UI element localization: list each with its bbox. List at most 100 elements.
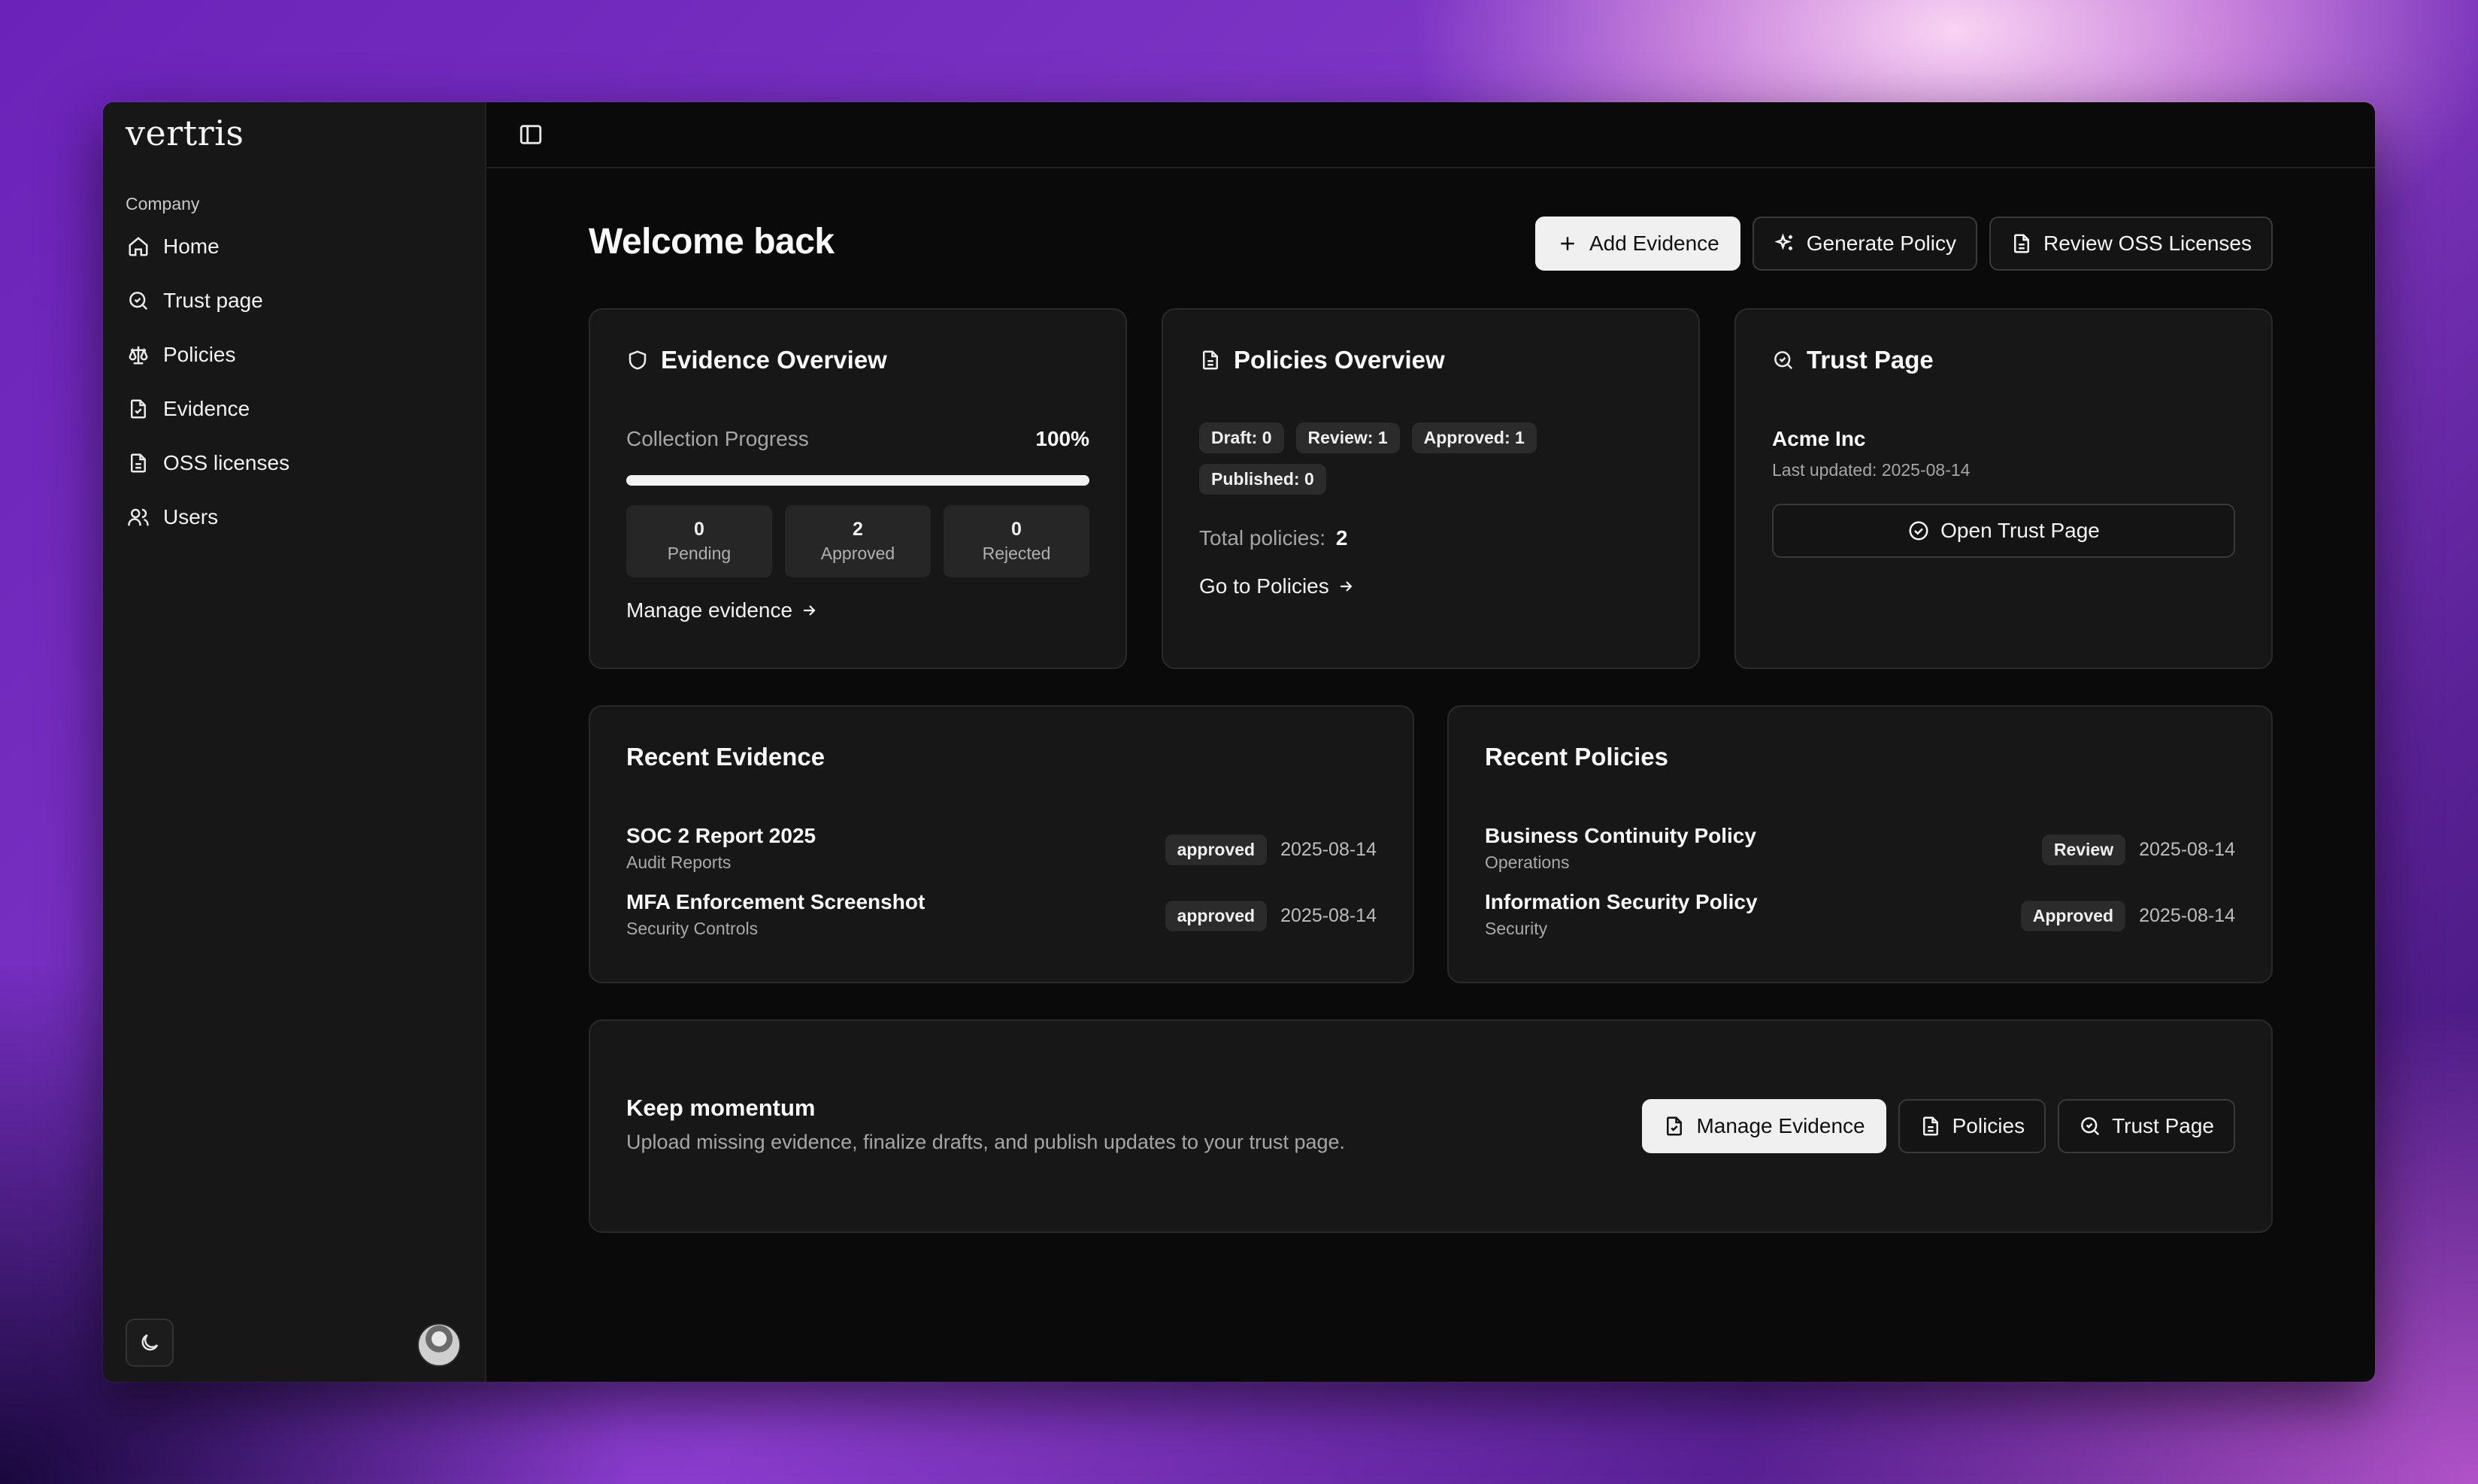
sidebar-nav: Home Trust page Policies Evidence OSS li… — [118, 220, 471, 544]
sidebar-item-label: Home — [163, 235, 220, 258]
sidebar-item-oss-licenses[interactable]: OSS licenses — [118, 436, 471, 490]
last-updated: Last updated: 2025-08-14 — [1772, 460, 1971, 480]
sidebar-item-label: Policies — [163, 343, 236, 366]
go-to-policies-link[interactable]: Go to Policies — [1199, 574, 1355, 598]
stat-approved: 2 Approved — [785, 505, 931, 577]
recent-evidence-card: Recent Evidence SOC 2 Report 2025 Audit … — [589, 705, 1414, 983]
shield-icon — [629, 350, 647, 370]
momentum-actions: Manage Evidence Policies Trust Page — [1642, 1099, 2235, 1153]
item-name: MFA Enforcement Screenshot — [626, 890, 925, 913]
item-date: 2025-08-14 — [1280, 905, 1377, 926]
progress-track — [626, 475, 1089, 486]
card-title-text: Recent Evidence — [626, 743, 825, 771]
status-badge: Draft: 0 — [1199, 422, 1284, 453]
momentum-subtitle: Upload missing evidence, finalize drafts… — [626, 1131, 1346, 1153]
main-area: Welcome back Add Evidence Generate Polic… — [486, 102, 2375, 1382]
add-evidence-button[interactable]: Add Evidence — [1534, 217, 1740, 271]
keep-momentum-card: Keep momentum Upload missing evidence, f… — [589, 1019, 2273, 1233]
list-item[interactable]: Information Security Policy Security App… — [1485, 890, 2235, 950]
stat-value: 2 — [853, 519, 863, 540]
users-icon — [128, 508, 149, 526]
file-check-icon — [1667, 1116, 1683, 1136]
status-badge: approved — [1165, 901, 1268, 931]
trust-page-button[interactable]: Trust Page — [2058, 1099, 2235, 1153]
item-category: Operations — [1485, 853, 1570, 872]
item-meta: Review 2025-08-14 — [2041, 834, 2235, 865]
theme-toggle-button[interactable] — [126, 1319, 174, 1367]
sidebar-item-label: Evidence — [163, 397, 250, 420]
card-title: Recent Policies — [1485, 743, 1668, 771]
item-date: 2025-08-14 — [2139, 839, 2235, 860]
sparkles-icon — [1774, 233, 1792, 250]
home-icon — [129, 237, 148, 256]
sidebar-item-policies[interactable]: Policies — [118, 328, 471, 382]
manage-evidence-button[interactable]: Manage Evidence — [1642, 1099, 1886, 1153]
moon-icon — [141, 1334, 159, 1351]
file-text-icon — [2013, 234, 2029, 253]
review-oss-licenses-button[interactable]: Review OSS Licenses — [1989, 217, 2273, 271]
item-category: Audit Reports — [626, 853, 732, 872]
search-badge-icon — [2081, 1117, 2100, 1136]
plus-icon — [1561, 237, 1574, 250]
list-item[interactable]: Business Continuity Policy Operations Re… — [1485, 824, 2235, 884]
arrow-right-icon — [804, 605, 816, 616]
check-circle-icon — [1909, 521, 1928, 541]
arrow-right-icon — [1340, 581, 1353, 592]
item-category: Security Controls — [626, 919, 759, 938]
status-badge: Review: 1 — [1295, 422, 1400, 453]
momentum-title: Keep momentum — [626, 1095, 816, 1121]
status-badge: Published: 0 — [1199, 464, 1326, 495]
status-badge: Approved: 1 — [1411, 422, 1537, 453]
item-meta: Approved 2025-08-14 — [2020, 901, 2235, 931]
button-label: Generate Policy — [1806, 232, 1956, 255]
stat-label: Rejected — [982, 544, 1051, 563]
manage-evidence-link[interactable]: Manage evidence — [626, 598, 818, 622]
item-name: Business Continuity Policy — [1485, 824, 1756, 847]
stat-value: 0 — [694, 519, 704, 540]
card-title: Recent Evidence — [626, 743, 825, 771]
card-title: Policies Overview — [1199, 346, 1445, 374]
sidebar-item-evidence[interactable]: Evidence — [118, 382, 471, 436]
file-text-icon — [1922, 1116, 1938, 1136]
scale-icon — [129, 346, 148, 365]
card-title-text: Policies Overview — [1234, 346, 1445, 374]
item-date: 2025-08-14 — [1280, 839, 1377, 860]
stat-label: Approved — [820, 544, 895, 563]
open-trust-page-button[interactable]: Open Trust Page — [1772, 504, 2235, 558]
list-item[interactable]: SOC 2 Report 2025 Audit Reports approved… — [626, 824, 1377, 884]
item-category: Security — [1485, 919, 1548, 938]
file-text-icon — [131, 453, 146, 473]
app-logo[interactable]: vertris — [126, 113, 244, 153]
sidebar: vertris Company Home Trust page Policies… — [103, 102, 486, 1382]
avatar[interactable] — [417, 1323, 461, 1367]
sidebar-item-trust-page[interactable]: Trust page — [118, 274, 471, 328]
total-policies: Total policies: 2 — [1199, 526, 1347, 550]
sidebar-item-users[interactable]: Users — [118, 490, 471, 544]
card-title-text: Trust Page — [1807, 346, 1934, 374]
item-name: Information Security Policy — [1485, 890, 1758, 913]
sidebar-item-label: Users — [163, 505, 219, 528]
status-badge: Review — [2041, 834, 2126, 865]
evidence-overview-card: Evidence Overview Collection Progress 10… — [589, 308, 1127, 669]
card-title-text: Recent Policies — [1485, 743, 1668, 771]
page-title: Welcome back — [589, 222, 835, 262]
stat-value: 0 — [1011, 519, 1022, 540]
generate-policy-button[interactable]: Generate Policy — [1752, 217, 1977, 271]
progress-fill — [626, 475, 1089, 486]
sidebar-toggle-icon[interactable] — [518, 122, 544, 147]
card-title: Trust Page — [1772, 346, 1934, 374]
app-window: vertris Company Home Trust page Policies… — [103, 102, 2375, 1382]
button-label: Open Trust Page — [1940, 519, 2100, 542]
policies-button[interactable]: Policies — [1898, 1099, 2046, 1153]
button-label: Trust Page — [2112, 1114, 2214, 1137]
item-meta: approved 2025-08-14 — [1165, 834, 1377, 865]
list-item[interactable]: MFA Enforcement Screenshot Security Cont… — [626, 890, 1377, 950]
total-policies-value: 2 — [1335, 526, 1348, 550]
button-label: Manage Evidence — [1696, 1114, 1865, 1137]
stat-label: Pending — [667, 544, 732, 563]
sidebar-group-label: Company — [126, 194, 200, 214]
sidebar-item-home[interactable]: Home — [118, 220, 471, 274]
file-check-icon — [131, 399, 146, 419]
link-label: Manage evidence — [626, 598, 793, 622]
evidence-stats: 0 Pending 2 Approved 0 Rejected — [626, 505, 1089, 577]
